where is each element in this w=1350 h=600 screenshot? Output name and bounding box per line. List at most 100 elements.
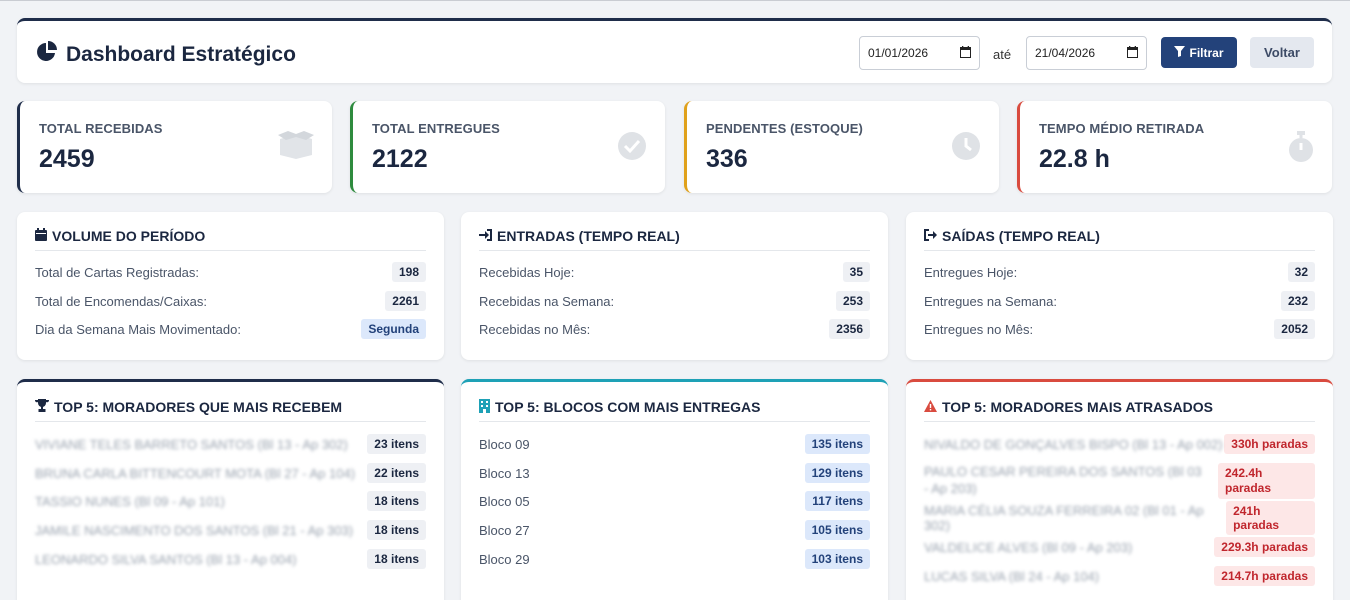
- list-item: Recebidas Hoje: 35: [479, 262, 870, 282]
- card-top-atrasados: TOP 5: MORADORES MAIS ATRASADOS NIVALDO …: [906, 379, 1333, 600]
- kpi-label: TOTAL RECEBIDAS: [39, 121, 163, 136]
- row-value: 2052: [1274, 319, 1315, 339]
- page-title: Dashboard Estratégico: [66, 42, 296, 66]
- resident-name: VALDELICE ALVES (Bl 09 - Ap 203): [924, 539, 1133, 555]
- block-name: Bloco 29: [479, 551, 530, 567]
- list-item: LUCAS SILVA (Bl 24 - Ap 104) 214.7h para…: [924, 566, 1315, 586]
- row-value: 2261: [385, 291, 426, 311]
- stopwatch-icon: [1288, 131, 1314, 168]
- card-title-text: ENTRADAS (TEMPO REAL): [497, 228, 680, 244]
- resident-name: VIVIANE TELES BARRETO SANTOS (Bl 13 - Ap…: [35, 436, 348, 452]
- block-name: Bloco 13: [479, 465, 530, 481]
- row-label: Entregues no Mês:: [924, 321, 1034, 337]
- sign-in-icon: [479, 228, 492, 244]
- item-count-badge: 18 itens: [367, 491, 426, 511]
- list-item: Entregues no Mês: 2052: [924, 319, 1315, 339]
- list-item: TASSIO NUNES (Bl 09 - Ap 101) 18 itens: [35, 491, 426, 511]
- block-name: Bloco 27: [479, 522, 530, 538]
- item-count-badge: 23 itens: [367, 434, 426, 454]
- item-count-badge: 129 itens: [804, 463, 870, 483]
- card-title: TOP 5: MORADORES MAIS ATRASADOS: [924, 399, 1315, 422]
- card-title-text: TOP 5: BLOCOS COM MAIS ENTREGAS: [495, 399, 761, 415]
- back-button[interactable]: Voltar: [1250, 37, 1314, 68]
- list-item: Bloco 05 117 itens: [479, 491, 870, 511]
- filter-button[interactable]: Filtrar: [1161, 37, 1237, 68]
- delay-badge: 241h paradas: [1226, 501, 1315, 535]
- row-value: Segunda: [361, 319, 426, 339]
- block-name: Bloco 05: [479, 493, 530, 509]
- list-item: Recebidas no Mês: 2356: [479, 319, 870, 339]
- clock-icon: [951, 131, 981, 166]
- resident-name: LUCAS SILVA (Bl 24 - Ap 104): [924, 568, 1100, 584]
- row-label: Recebidas no Mês:: [479, 321, 591, 337]
- filter-label: Filtrar: [1189, 45, 1224, 60]
- check-circle-icon: [617, 131, 647, 166]
- card-title-text: TOP 5: MORADORES MAIS ATRASADOS: [942, 399, 1213, 415]
- list-item: JAMILE NASCIMENTO DOS SANTOS (Bl 21 - Ap…: [35, 520, 426, 540]
- delay-badge: 214.7h paradas: [1214, 566, 1315, 586]
- kpi-value: 2122: [372, 145, 428, 173]
- item-count-badge: 117 itens: [805, 491, 870, 511]
- card-title-text: TOP 5: MORADORES QUE MAIS RECEBEM: [54, 399, 343, 415]
- row-value: 253: [835, 291, 870, 311]
- row-label: Recebidas na Semana:: [479, 293, 615, 309]
- kpi-value: 336: [706, 145, 748, 173]
- item-count-badge: 18 itens: [367, 549, 426, 569]
- resident-name: JAMILE NASCIMENTO DOS SANTOS (Bl 21 - Ap…: [35, 522, 354, 538]
- card-volume-periodo: VOLUME DO PERÍODO Total de Cartas Regist…: [17, 212, 444, 360]
- list-item: Bloco 27 105 itens: [479, 520, 870, 540]
- list-item: Total de Cartas Registradas: 198: [35, 262, 426, 282]
- row-label: Entregues na Semana:: [924, 293, 1057, 309]
- date-from-value: 01/01/2026: [868, 46, 929, 60]
- resident-name: PAULO CESAR PEREIRA DOS SANTOS (Bl 03 - …: [924, 464, 1202, 496]
- resident-name: BRUNA CARLA BITTENCOURT MOTA (Bl 27 - Ap…: [35, 465, 356, 481]
- card-title-text: SAÍDAS (TEMPO REAL): [942, 228, 1100, 244]
- card-top-blocos: TOP 5: BLOCOS COM MAIS ENTREGAS Bloco 09…: [461, 379, 888, 600]
- card-title-text: VOLUME DO PERÍODO: [52, 228, 206, 244]
- row-value: 198: [391, 262, 426, 282]
- kpi-label: TEMPO MÉDIO RETIRADA: [1039, 121, 1205, 136]
- row-label: Total de Encomendas/Caixas:: [35, 293, 207, 309]
- item-count-badge: 22 itens: [367, 463, 426, 483]
- row-label: Entregues Hoje:: [924, 264, 1018, 280]
- card-title: TOP 5: MORADORES QUE MAIS RECEBEM: [34, 399, 426, 422]
- card-saidas: SAÍDAS (TEMPO REAL) Entregues Hoje: 32 E…: [906, 212, 1333, 360]
- resident-name: MARIA CÉLIA SOUZA FERREIRA 02 (Bl 01 - A…: [924, 503, 1204, 533]
- top-border-line: [0, 0, 1350, 1]
- date-to-value: 21/04/2026: [1035, 46, 1096, 60]
- card-top-moradores: TOP 5: MORADORES QUE MAIS RECEBEM VIVIAN…: [17, 379, 444, 600]
- resident-name: TASSIO NUNES (Bl 09 - Ap 101): [35, 493, 225, 509]
- dashboard-header: Dashboard Estratégico 01/01/2026 até 21/…: [17, 18, 1332, 83]
- list-item: NIVALDO DE GONÇALVES BISPO (Bl 13 - Ap 0…: [924, 434, 1315, 454]
- row-value: 32: [1287, 262, 1315, 282]
- card-title: VOLUME DO PERÍODO: [35, 228, 426, 251]
- warning-icon: [924, 399, 937, 415]
- card-title: TOP 5: BLOCOS COM MAIS ENTREGAS: [479, 399, 870, 422]
- list-item: Dia da Semana Mais Movimentado: Segunda: [35, 319, 426, 339]
- list-item: VIVIANE TELES BARRETO SANTOS (Bl 13 - Ap…: [35, 434, 426, 454]
- calendar-icon[interactable]: [1127, 45, 1138, 61]
- row-value: 2356: [829, 319, 870, 339]
- sign-out-icon: [924, 228, 937, 244]
- list-item: Bloco 09 135 itens: [479, 434, 870, 454]
- list-item: Entregues Hoje: 32: [924, 262, 1315, 282]
- block-name: Bloco 09: [479, 436, 530, 452]
- calendar-icon[interactable]: [960, 45, 971, 61]
- date-from-input[interactable]: 01/01/2026: [859, 36, 980, 70]
- list-item: BRUNA CARLA BITTENCOURT MOTA (Bl 27 - Ap…: [35, 463, 426, 483]
- date-to-input[interactable]: 21/04/2026: [1026, 36, 1147, 70]
- kpi-label: TOTAL ENTREGUES: [372, 121, 500, 136]
- delay-badge: 229.3h paradas: [1214, 537, 1315, 557]
- delay-badge: 242.4h paradas: [1218, 463, 1315, 499]
- pie-chart-icon: [36, 41, 58, 68]
- filter-icon: [1174, 45, 1186, 60]
- row-value: 232: [1280, 291, 1315, 311]
- kpi-card-total-recebidas: TOTAL RECEBIDAS 2459: [17, 101, 332, 193]
- list-item: Entregues na Semana: 232: [924, 291, 1315, 311]
- box-icon: [278, 131, 314, 164]
- item-count-badge: 103 itens: [804, 549, 870, 569]
- list-item: PAULO CESAR PEREIRA DOS SANTOS (Bl 03 - …: [924, 463, 1315, 499]
- resident-name: NIVALDO DE GONÇALVES BISPO (Bl 13 - Ap 0…: [924, 436, 1223, 452]
- kpi-value: 2459: [39, 145, 95, 173]
- list-item: Recebidas na Semana: 253: [479, 291, 870, 311]
